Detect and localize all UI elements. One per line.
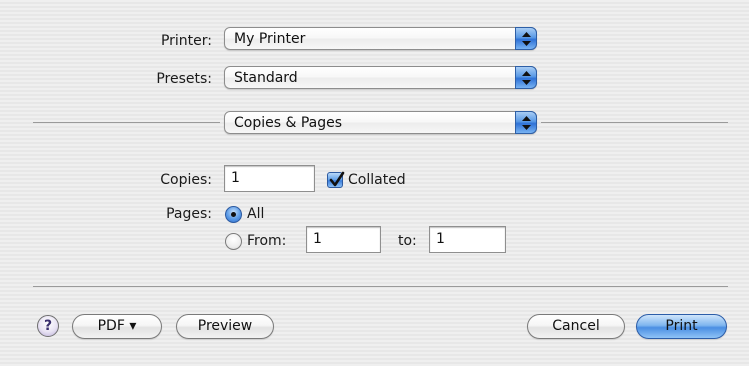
copies-field[interactable]: 1 bbox=[224, 165, 315, 192]
pdf-button[interactable]: PDF ▾ bbox=[72, 314, 162, 339]
up-down-arrows-icon bbox=[515, 27, 537, 50]
copies-label: Copies: bbox=[160, 172, 212, 188]
printer-popup[interactable]: My Printer bbox=[224, 27, 537, 50]
print-button[interactable]: Print bbox=[636, 314, 727, 339]
pages-to-label: to: bbox=[398, 233, 417, 249]
cancel-button[interactable]: Cancel bbox=[527, 314, 625, 339]
presets-popup[interactable]: Standard bbox=[224, 66, 537, 89]
pages-to-field[interactable]: 1 bbox=[429, 226, 506, 253]
help-button[interactable]: ? bbox=[37, 315, 59, 337]
panel-popup[interactable]: Copies & Pages bbox=[224, 111, 537, 134]
pages-label: Pages: bbox=[166, 206, 212, 222]
up-down-arrows-icon bbox=[515, 111, 537, 134]
separator-left bbox=[33, 122, 220, 123]
pages-all-radio[interactable] bbox=[225, 206, 242, 223]
presets-popup-value: Standard bbox=[234, 70, 298, 86]
printer-label: Printer: bbox=[160, 33, 212, 49]
panel-popup-value: Copies & Pages bbox=[234, 115, 343, 131]
preview-button[interactable]: Preview bbox=[176, 314, 274, 339]
pages-from-field[interactable]: 1 bbox=[306, 226, 381, 253]
pages-from-radio[interactable] bbox=[225, 233, 242, 250]
pages-from-label[interactable]: From: bbox=[247, 233, 286, 249]
collated-checkbox[interactable] bbox=[327, 171, 345, 188]
bottom-separator bbox=[33, 286, 728, 287]
separator-right bbox=[541, 122, 728, 123]
collated-label[interactable]: Collated bbox=[348, 172, 406, 188]
up-down-arrows-icon bbox=[515, 66, 537, 89]
pages-all-label[interactable]: All bbox=[247, 206, 264, 222]
printer-popup-value: My Printer bbox=[234, 31, 306, 47]
presets-label: Presets: bbox=[156, 71, 212, 87]
